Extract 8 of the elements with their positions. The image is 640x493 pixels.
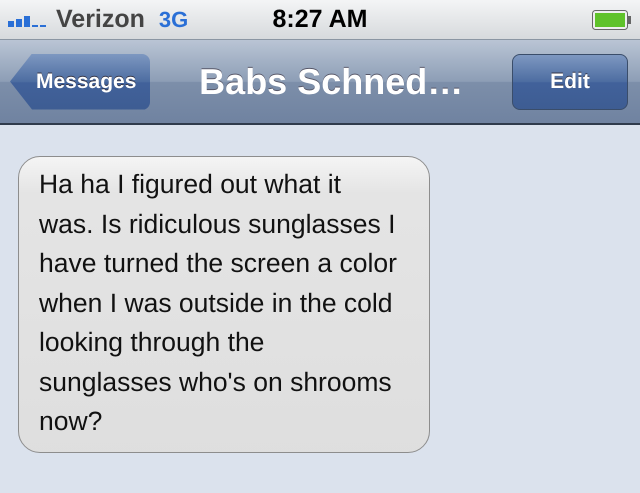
back-button[interactable]: Messages — [10, 54, 150, 110]
carrier-name: Verizon — [56, 5, 145, 34]
message-bubble: Ha ha I figured out what it was. Is ridiculous sunglasses I have turned the screen a color when I was outside in the cold looking through the sunglasses who's on shrooms now? — [18, 156, 430, 452]
clock-time: 8:27 AM — [272, 5, 368, 34]
battery-icon — [592, 10, 632, 30]
network-type: 3G — [158, 6, 188, 32]
conversation-title: Babs Schned… — [198, 60, 464, 102]
edit-button[interactable]: Edit — [512, 54, 628, 110]
